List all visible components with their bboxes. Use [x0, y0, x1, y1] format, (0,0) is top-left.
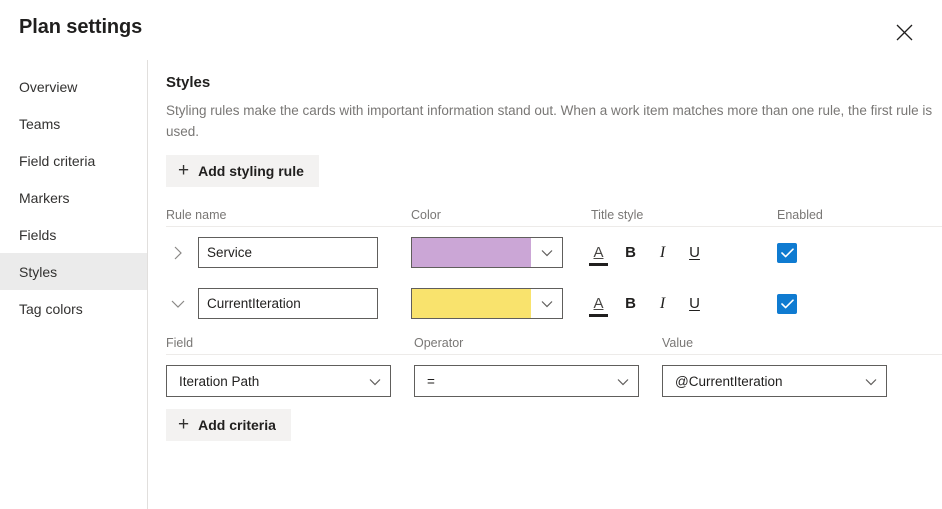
underline-button[interactable]: U	[687, 296, 702, 311]
close-button[interactable]	[888, 16, 920, 48]
chevron-down-icon	[531, 238, 562, 267]
sidebar-item-label: Markers	[19, 189, 70, 206]
criteria-row: Iteration Path = @CurrentIteration	[166, 355, 942, 407]
sidebar-item-teams[interactable]: Teams	[0, 105, 147, 142]
rule-name-input[interactable]	[198, 237, 378, 268]
chevron-down-icon	[865, 374, 877, 389]
bold-button[interactable]: B	[623, 245, 638, 260]
rule-criteria-section: Field Operator Value Iteration Path = @C…	[166, 333, 942, 441]
column-header-color: Color	[411, 208, 441, 222]
sidebar-item-markers[interactable]: Markers	[0, 179, 147, 216]
value-dropdown[interactable]: @CurrentIteration	[662, 365, 887, 397]
page-title: Plan settings	[19, 16, 143, 38]
enabled-checkbox[interactable]	[777, 293, 797, 314]
chevron-down-icon	[531, 289, 562, 318]
sidebar-item-label: Field criteria	[19, 152, 96, 169]
sidebar-item-label: Overview	[19, 78, 78, 95]
add-styling-rule-label: Add styling rule	[198, 163, 304, 179]
title-style-cell: A B I U	[589, 244, 777, 266]
underline-button[interactable]: U	[687, 245, 702, 260]
rule-name-cell	[166, 237, 411, 268]
settings-sidebar: Overview Teams Field criteria Markers Fi…	[0, 60, 148, 509]
criteria-operator-cell: =	[414, 365, 662, 397]
expand-rule-chevron-right-icon[interactable]	[166, 241, 190, 265]
sidebar-item-styles[interactable]: Styles	[0, 253, 147, 290]
operator-dropdown-value: =	[427, 373, 435, 389]
rule-name-cell	[166, 288, 411, 319]
criteria-field-cell: Iteration Path	[166, 365, 414, 397]
color-swatch	[412, 238, 531, 267]
chevron-down-icon	[369, 374, 381, 389]
field-dropdown[interactable]: Iteration Path	[166, 365, 391, 397]
color-cell	[411, 237, 591, 268]
plus-icon: +	[178, 413, 190, 435]
color-picker-dropdown[interactable]	[411, 288, 563, 319]
chevron-down-icon	[617, 374, 629, 389]
add-criteria-label: Add criteria	[198, 417, 276, 433]
column-header-enabled: Enabled	[777, 208, 823, 222]
font-color-button[interactable]: A	[589, 245, 608, 266]
styles-pane: Styles Styling rules make the cards with…	[148, 60, 942, 509]
italic-button[interactable]: I	[655, 244, 670, 261]
column-header-title-style: Title style	[591, 208, 644, 222]
enabled-cell	[777, 242, 897, 263]
sidebar-item-label: Fields	[19, 226, 57, 243]
enabled-checkbox[interactable]	[777, 242, 797, 263]
column-header-field: Field	[166, 336, 194, 350]
table-row: A B I U	[166, 227, 942, 278]
table-row: A B I U	[166, 278, 942, 329]
font-color-button[interactable]: A	[589, 296, 608, 317]
bold-button[interactable]: B	[623, 296, 638, 311]
criteria-value-cell: @CurrentIteration	[662, 365, 912, 397]
column-header-operator: Operator	[414, 336, 464, 350]
styling-rules-table: Rule name Color Title style Enabled Serv…	[166, 205, 942, 329]
panel-header: Plan settings	[0, 0, 942, 60]
panel-body: Overview Teams Field criteria Markers Fi…	[0, 60, 942, 509]
enabled-cell	[777, 293, 897, 314]
sidebar-item-overview[interactable]: Overview	[0, 68, 147, 105]
plus-icon: +	[178, 159, 190, 181]
sidebar-item-label: Teams	[19, 115, 61, 132]
add-styling-rule-button[interactable]: + Add styling rule	[166, 155, 319, 187]
sidebar-item-label: Tag colors	[19, 300, 83, 317]
italic-button[interactable]: I	[655, 295, 670, 312]
section-description: Styling rules make the cards with import…	[166, 103, 933, 139]
section-title: Styles	[166, 74, 211, 91]
column-header-rule-name: Rule name	[166, 208, 227, 222]
close-icon	[896, 24, 913, 41]
field-dropdown-value: Iteration Path	[179, 373, 260, 389]
color-picker-dropdown[interactable]	[411, 237, 563, 268]
table-header-row: Rule name Color Title style Enabled	[166, 205, 942, 227]
criteria-header-row: Field Operator Value	[166, 333, 942, 355]
collapse-rule-chevron-down-icon[interactable]	[166, 292, 190, 316]
sidebar-item-label: Styles	[19, 263, 58, 280]
add-criteria-button[interactable]: + Add criteria	[166, 409, 291, 441]
sidebar-item-fields[interactable]: Fields	[0, 216, 147, 253]
add-criteria-wrapper: + Add criteria	[166, 409, 942, 441]
operator-dropdown[interactable]: =	[414, 365, 639, 397]
sidebar-item-field-criteria[interactable]: Field criteria	[0, 142, 147, 179]
column-header-value: Value	[662, 336, 694, 350]
color-cell	[411, 288, 591, 319]
sidebar-item-tag-colors[interactable]: Tag colors	[0, 290, 147, 327]
rule-name-input[interactable]	[198, 288, 378, 319]
title-style-cell: A B I U	[589, 295, 777, 317]
color-swatch	[412, 289, 531, 318]
value-dropdown-value: @CurrentIteration	[675, 373, 783, 389]
